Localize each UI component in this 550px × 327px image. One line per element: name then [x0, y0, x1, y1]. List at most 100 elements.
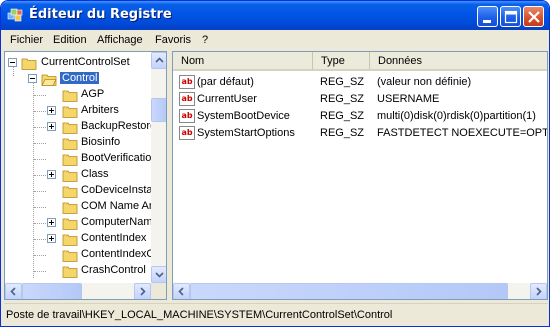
menu-fichier[interactable]: Fichier [10, 34, 43, 46]
open-folder-icon [41, 74, 57, 86]
folder-icon [62, 218, 78, 230]
scroll-right-button[interactable] [530, 283, 547, 299]
tree-line [34, 239, 46, 240]
tree-node-label-selected: Control [60, 72, 100, 84]
expand-icon[interactable] [47, 122, 56, 131]
tree-line [34, 191, 46, 192]
list-header: Nom Type Données [173, 52, 547, 71]
tree-node[interactable]: ContentIndexC [5, 247, 155, 263]
title-bar[interactable]: Éditeur du Registre [1, 1, 549, 30]
value-data: multi(0)disk(0)rdisk(0)partition(1) [377, 110, 536, 122]
folder-icon [62, 202, 78, 214]
list-item[interactable]: ab CurrentUser REG_SZ USERNAME [173, 91, 547, 108]
tree-node[interactable]: CrashControl [5, 263, 151, 279]
expand-icon[interactable] [47, 234, 56, 243]
tree-node[interactable]: CoDeviceInsta [5, 183, 153, 199]
folder-icon [62, 154, 78, 166]
registry-app-icon [7, 8, 23, 22]
folder-icon [62, 106, 78, 118]
tree-node-label: CurrentControlSet [41, 56, 130, 68]
collapse-icon[interactable] [28, 74, 37, 83]
tree-node-label: Class [81, 168, 109, 180]
tree-node[interactable]: ComputerNam [5, 215, 153, 231]
tree-line [34, 111, 46, 112]
values-list[interactable]: Nom Type Données ab (par défaut) REG_SZ (va… [172, 51, 548, 300]
chevron-up-icon [155, 57, 164, 63]
tree-line [34, 271, 46, 272]
menu-affichage[interactable]: Affichage [97, 34, 143, 46]
tree-line [34, 255, 46, 256]
tree-node[interactable]: AGP [5, 87, 151, 103]
tree-node-label: BootVerification [81, 152, 158, 164]
scroll-thumb[interactable] [22, 283, 82, 299]
chevron-left-icon [178, 287, 184, 296]
chevron-right-icon [140, 287, 146, 296]
list-item[interactable]: ab (par défaut) REG_SZ (valeur non définie) [173, 74, 547, 91]
scroll-thumb[interactable] [151, 98, 166, 122]
tree-node-label: ContentIndex [81, 232, 147, 244]
folder-icon [62, 266, 78, 278]
tree-node-label: Arbiters [81, 104, 119, 116]
menu-help[interactable]: ? [202, 34, 208, 46]
tree-node[interactable]: COM Name Arb [5, 199, 159, 215]
collapse-icon[interactable] [8, 58, 17, 67]
tree-node[interactable]: Arbiters [5, 103, 151, 119]
string-value-icon: ab [179, 109, 195, 123]
registry-editor-window: Éditeur du Registre Fichier Edition Affi… [0, 0, 550, 327]
tree-vertical-scrollbar[interactable] [151, 52, 166, 283]
tree-node-label: CrashControl [81, 264, 146, 276]
tree-node[interactable]: BackupRestore [5, 119, 156, 135]
tree-node[interactable]: ContentIndex [5, 231, 151, 247]
folder-icon [62, 138, 78, 150]
menu-favoris[interactable]: Favoris [155, 34, 191, 46]
tree-node-currentcontrolset[interactable]: CurrentControlSet [5, 55, 151, 71]
expand-icon[interactable] [47, 218, 56, 227]
column-header-type[interactable]: Type [313, 52, 370, 69]
tree-node-label: ComputerNam [81, 216, 153, 228]
column-header-nom[interactable]: Nom [173, 52, 313, 69]
value-name: SystemStartOptions [197, 127, 295, 139]
list-horizontal-scrollbar[interactable] [173, 283, 547, 299]
list-item[interactable]: ab SystemBootDevice REG_SZ multi(0)disk(0)r… [173, 108, 547, 125]
scroll-thumb[interactable] [190, 283, 508, 299]
tree-line [34, 159, 46, 160]
tree-node-label: CoDeviceInsta [81, 184, 153, 196]
scroll-left-button[interactable] [173, 283, 190, 299]
list-item[interactable]: ab SystemStartOptions REG_SZ FASTDETECT NOE… [173, 125, 547, 142]
tree-line [34, 95, 46, 96]
tree-node[interactable]: BootVerification [5, 151, 157, 167]
tree-node-control[interactable]: Control [5, 71, 151, 87]
maximize-button[interactable] [500, 6, 521, 27]
chevron-left-icon [10, 287, 16, 296]
chevron-down-icon [155, 272, 164, 278]
scroll-left-button[interactable] [5, 283, 22, 299]
tree-node-label: ContentIndexC [81, 248, 155, 260]
menu-edition[interactable]: Edition [53, 34, 87, 46]
value-data: (valeur non définie) [377, 76, 472, 88]
scroll-down-button[interactable] [151, 266, 166, 283]
expand-icon[interactable] [47, 106, 56, 115]
tree-horizontal-scrollbar[interactable] [5, 283, 151, 299]
expand-icon[interactable] [47, 170, 56, 179]
tree-line [34, 127, 46, 128]
tree-node[interactable]: Biosinfo [5, 135, 151, 151]
scroll-up-button[interactable] [151, 52, 166, 69]
tree-node-label: AGP [81, 88, 105, 100]
folder-icon [21, 58, 37, 70]
folder-icon [62, 170, 78, 182]
value-name: (par défaut) [197, 76, 254, 88]
scroll-right-button[interactable] [134, 283, 151, 299]
minimize-icon [483, 20, 491, 23]
window-title: Éditeur du Registre [29, 7, 172, 22]
registry-tree[interactable]: CurrentControlSet Control AGP Arbiters Bac… [4, 51, 167, 300]
folder-icon [62, 234, 78, 246]
tree-node-label: BackupRestore [81, 120, 157, 132]
string-value-icon: ab [179, 92, 195, 106]
column-header-donnees[interactable]: Données [370, 52, 547, 69]
minimize-button[interactable] [477, 6, 498, 27]
string-value-icon: ab [179, 126, 195, 140]
tree-node[interactable]: Class [5, 167, 151, 183]
maximize-icon [504, 10, 518, 24]
tree-line [34, 223, 46, 224]
close-button[interactable] [523, 6, 544, 27]
